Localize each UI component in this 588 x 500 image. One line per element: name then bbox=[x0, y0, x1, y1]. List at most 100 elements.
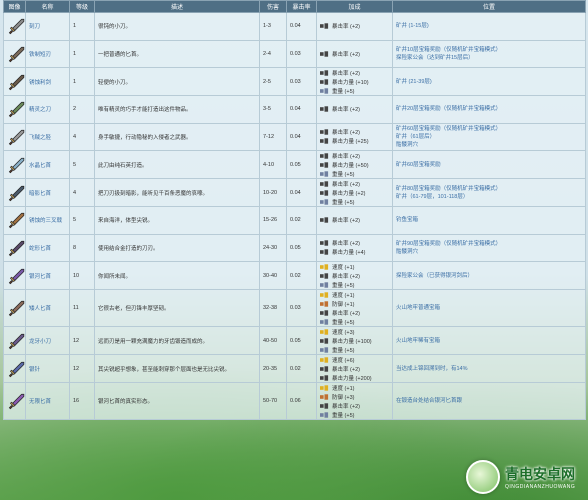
source-line[interactable]: 当达成上锦回溯到时，有14% bbox=[396, 365, 582, 373]
weapon-name[interactable]: 飞贼之胫 bbox=[25, 122, 70, 151]
dagger-icon bbox=[8, 361, 25, 377]
weapon-name[interactable]: 蛇形匕首 bbox=[25, 233, 70, 262]
stat-icon bbox=[320, 217, 329, 223]
icon-cell bbox=[3, 150, 26, 179]
source-line[interactable]: 矿井60层宝箱奖励（仅随机矿井宝箱模式） bbox=[396, 125, 582, 133]
weapon-damage: 32-38 bbox=[259, 289, 287, 327]
stat-icon bbox=[320, 318, 329, 325]
stat-icon bbox=[320, 240, 329, 246]
bonus-cell: 暴击率 (+2) bbox=[316, 12, 393, 41]
weapon-damage: 15-26 bbox=[259, 206, 287, 235]
stat-icon bbox=[320, 106, 329, 112]
source-line[interactable]: 在锻造台处结合银河匕首跟 bbox=[396, 397, 582, 405]
weapon-damage: 10-20 bbox=[259, 178, 287, 207]
bonus-cell: 暴击率 (+2) 暴击力量 (+50) 重量 (+5) bbox=[316, 150, 393, 179]
source-line[interactable]: 矿井 (1-15层) bbox=[396, 22, 582, 30]
icon-cell bbox=[3, 354, 26, 383]
bonus-item: 暴击力量 (+25) bbox=[320, 137, 389, 146]
source-line[interactable]: 骷髅洞穴 bbox=[396, 141, 582, 149]
logo-badge-icon bbox=[466, 460, 500, 494]
weapon-description: 一把普通的匕首。 bbox=[94, 39, 260, 68]
source-line[interactable]: 骷髅洞穴 bbox=[396, 248, 582, 256]
weapon-name[interactable]: 锈蚀的三叉戟 bbox=[25, 206, 70, 235]
weapon-name[interactable]: 水晶匕首 bbox=[25, 150, 70, 179]
bonus-item: 防御 (+1) bbox=[320, 299, 389, 308]
dagger-icon bbox=[8, 19, 25, 35]
source-line[interactable]: 矿井80层宝箱奖励（仅随机矿井宝箱模式） bbox=[396, 185, 582, 193]
weapon-name[interactable]: 无限匕首 bbox=[25, 382, 70, 420]
stat-icon bbox=[320, 152, 329, 159]
source-line[interactable]: 火山地牢稀有宝箱 bbox=[396, 337, 582, 345]
dagger-icon bbox=[8, 46, 25, 63]
stat-icon bbox=[320, 263, 329, 270]
weapon-name[interactable]: 矮人匕首 bbox=[25, 289, 70, 327]
source-line[interactable]: 矿井20层宝箱奖励（仅随机矿井宝箱模式） bbox=[396, 105, 582, 113]
source-line[interactable]: 矿井（61-79层，101-118层） bbox=[396, 193, 582, 201]
dagger-icon bbox=[8, 74, 25, 90]
weapon-name[interactable]: 暗影匕首 bbox=[25, 178, 70, 207]
weapon-damage: 30-40 bbox=[259, 261, 287, 290]
stat-icon bbox=[320, 161, 329, 168]
weapon-description: 唯有精灵的巧手才能打造出这件物品。 bbox=[94, 95, 260, 124]
stat-icon bbox=[320, 291, 329, 298]
weapon-rarity: 2 bbox=[69, 95, 95, 124]
weapon-name[interactable]: 刻刀 bbox=[25, 12, 70, 41]
weapon-name[interactable]: 龙牙小刀 bbox=[25, 326, 70, 355]
bonus-item: 暴击力量 (+4) bbox=[320, 248, 389, 257]
header-icon: 图像 bbox=[3, 0, 26, 13]
weapon-crit: 0.04 bbox=[286, 12, 317, 41]
weapon-name[interactable]: 银河匕首 bbox=[25, 261, 70, 290]
weapon-rarity: 16 bbox=[69, 382, 95, 420]
table-row: 精灵之刀 2 唯有精灵的巧手才能打造出这件物品。 3-5 0.04 暴击率 (+2) 矿井2… bbox=[3, 95, 586, 124]
header-rarity: 等级 bbox=[69, 0, 95, 13]
source-line[interactable]: 矿井90层宝箱奖励（仅随机矿井宝箱模式） bbox=[396, 240, 582, 248]
weapon-name[interactable]: 银针 bbox=[25, 354, 70, 383]
icon-cell bbox=[3, 326, 26, 355]
bonus-item: 暴击率 (+2) bbox=[320, 49, 389, 58]
bonus-cell: 暴击率 (+2) 暴击力量 (+2) 重量 (+5) bbox=[316, 178, 393, 207]
stat-icon bbox=[320, 272, 329, 279]
dagger-icon bbox=[8, 393, 25, 410]
source-line[interactable]: 矿井60层宝箱奖励 bbox=[396, 161, 582, 169]
weapon-rarity: 12 bbox=[69, 354, 95, 383]
weapon-description: 来自海洋，体型尖锐。 bbox=[94, 206, 260, 235]
weapon-name[interactable]: 铁制短刃 bbox=[25, 39, 70, 68]
source-cell: 矿井20层宝箱奖励（仅随机矿井宝箱模式） bbox=[392, 95, 586, 124]
weapon-name[interactable]: 精灵之刀 bbox=[25, 95, 70, 124]
weapon-damage: 2-4 bbox=[259, 39, 287, 68]
site-logo[interactable]: 青电安卓网 QINGDIANANZHUOWANG bbox=[466, 459, 584, 495]
source-line[interactable]: 探险家公会（达到矿井15层后） bbox=[396, 54, 582, 62]
table-row: 蛇形匕首 8 使用结合金打造的刀刃。 24-30 0.05 暴击率 (+2) 暴击力量 (+… bbox=[3, 233, 586, 262]
source-line[interactable]: 钓鱼宝箱 bbox=[396, 216, 582, 224]
bonus-item: 暴击率 (+2) bbox=[320, 308, 389, 317]
source-cell: 当达成上锦回溯到时，有14% bbox=[392, 354, 586, 383]
weapon-damage: 40-50 bbox=[259, 326, 287, 355]
weapon-crit: 0.03 bbox=[286, 39, 317, 68]
weapon-rarity: 1 bbox=[69, 12, 95, 41]
weapon-rarity: 4 bbox=[69, 122, 95, 151]
stat-icon bbox=[320, 180, 329, 187]
weapon-crit: 0.04 bbox=[286, 95, 317, 124]
source-line[interactable]: 探险家公会（已获得银河剑后） bbox=[396, 272, 582, 280]
weapon-description: 轻便的小刀。 bbox=[94, 67, 260, 96]
weapon-damage: 20-35 bbox=[259, 354, 287, 383]
bonus-item: 防御 (+3) bbox=[320, 392, 389, 401]
source-line[interactable]: 火山地牢普通宝箱 bbox=[396, 304, 582, 312]
weapon-damage: 7-12 bbox=[259, 122, 287, 151]
source-line[interactable]: 矿井（61层后） bbox=[396, 133, 582, 141]
weapon-name[interactable]: 锈蚀利剑 bbox=[25, 67, 70, 96]
stat-icon bbox=[320, 365, 329, 372]
table-row: 暗影匕首 4 把刀刃扱刻暗影，能听见千百条恶魔的哀嚎。 10-20 0.04 暴击率 (+… bbox=[3, 178, 586, 207]
bonus-item: 暴击力量 (+200) bbox=[320, 373, 389, 382]
stat-icon bbox=[320, 23, 329, 29]
header-bonus: 加成 bbox=[316, 0, 393, 13]
weapon-crit: 0.04 bbox=[286, 122, 317, 151]
bonus-item: 暴击率 (+2) bbox=[320, 68, 389, 77]
stat-icon bbox=[320, 129, 329, 135]
bonus-item: 暴击力量 (+2) bbox=[320, 188, 389, 197]
table-row: 银河匕首 10 你闻所未闻。 30-40 0.02 速度 (+1) 暴击率 (+2) 重量 (… bbox=[3, 261, 586, 290]
weapon-crit: 0.02 bbox=[286, 261, 317, 290]
source-line[interactable]: 矿井10层宝箱奖励（仅随机矿井宝箱模式） bbox=[396, 46, 582, 54]
dagger-icon bbox=[8, 333, 25, 349]
source-line[interactable]: 矿井 (21-39层) bbox=[396, 78, 582, 86]
